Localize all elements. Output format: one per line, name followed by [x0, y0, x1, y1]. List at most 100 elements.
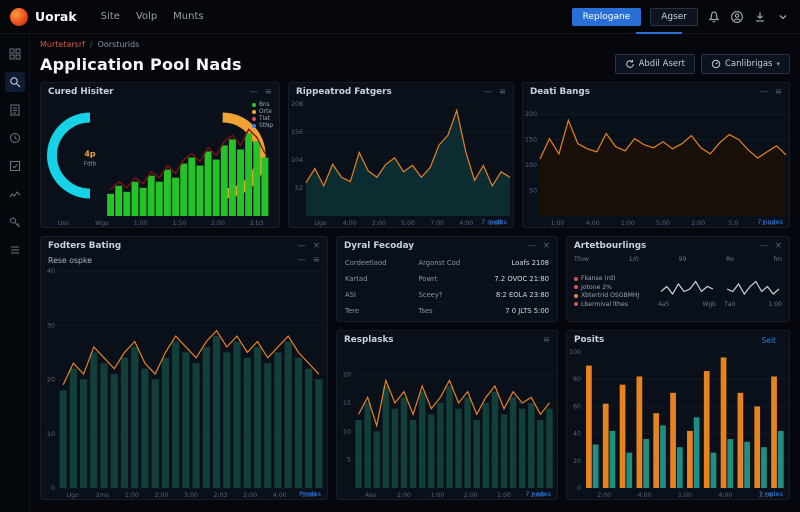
menu-item-munts[interactable]: Munts [173, 11, 203, 22]
svg-text:2:03: 2:03 [214, 492, 228, 499]
minimize-icon[interactable]: — [527, 242, 536, 251]
svg-text:2:00: 2:00 [464, 492, 478, 499]
panel-requests: Rippeatrod Fatgers — ≡ 208 156 104 52 Ugo 4:0… [288, 82, 514, 228]
svg-text:4:00: 4:00 [459, 220, 473, 227]
menu-icon[interactable]: ≡ [499, 88, 506, 97]
svg-text:4:00: 4:00 [343, 220, 357, 227]
sidebar-item-tasks[interactable] [5, 156, 25, 176]
sparkline-chart [724, 275, 782, 301]
nodes-link[interactable]: 7 nodes [757, 218, 783, 226]
svg-text:0: 0 [577, 485, 581, 492]
sparkline-chart [658, 275, 716, 301]
svg-text:4:00: 4:00 [586, 220, 600, 227]
legend-dot-icon [252, 103, 257, 107]
minimize-icon[interactable]: — [483, 88, 492, 97]
legend-dot-icon [252, 117, 257, 121]
spark-label: 7a0 [724, 301, 736, 308]
svg-text:3:00: 3:00 [184, 492, 198, 499]
menu-icon[interactable]: ≡ [543, 336, 550, 345]
navbar: Uorak Site Volp Munts Replogane Agser [0, 0, 800, 34]
panel-title: Dyral Fecoday [344, 241, 414, 251]
close-icon[interactable]: × [543, 242, 550, 251]
bangs-chart: 200 150 100 50 1:00 4:00 1:00 5:00 2:00 5:0 1:00 [523, 100, 789, 227]
chevron-down-icon[interactable] [776, 10, 790, 24]
svg-text:100: 100 [569, 349, 581, 356]
user-avatar-icon[interactable] [730, 10, 744, 24]
nodes-link[interactable]: 7 nodes [525, 490, 551, 498]
table-cell: 7 0 JLTS 5:00 [505, 307, 549, 316]
legend-dot-icon [574, 285, 578, 290]
menu-icon[interactable]: ≡ [775, 88, 782, 97]
chevron-down-icon: ▾ [776, 60, 780, 68]
sidebar-item-dashboard[interactable] [5, 44, 25, 64]
legend-dot-icon [574, 302, 578, 307]
svg-text:20: 20 [573, 458, 581, 465]
close-icon[interactable]: × [313, 242, 320, 251]
menu-item-site[interactable]: Site [101, 11, 120, 22]
alert-action-button[interactable]: Abdil Asert [614, 54, 695, 74]
svg-text:2:00: 2:00 [372, 220, 386, 227]
svg-text:10: 10 [343, 428, 351, 435]
resplasks-chart: 20 15 10 5 Aso 2:00 1:00 2:00 2:00 2:00 [337, 348, 557, 499]
legend-dot-icon [574, 293, 578, 298]
panel-title: Rippeatrod Fatgers [296, 87, 392, 97]
minimize-icon[interactable]: — [297, 242, 306, 251]
svg-text:2:00: 2:00 [397, 492, 411, 499]
panel-title: Resplasks [344, 335, 394, 345]
panel-title: Cured Hisiter [48, 87, 114, 97]
minimize-icon[interactable]: — [297, 256, 306, 265]
svg-text:4:00: 4:00 [718, 492, 732, 499]
svg-text:0: 0 [51, 485, 55, 492]
minimize-icon[interactable]: — [759, 242, 768, 251]
svg-text:15: 15 [343, 400, 351, 407]
primary-nav-button[interactable]: Replogane [571, 7, 642, 26]
close-icon[interactable]: × [775, 242, 782, 251]
gauge-icon [711, 59, 721, 69]
menu-item-volp[interactable]: Volp [136, 11, 157, 22]
sidebar-item-metrics[interactable] [5, 184, 25, 204]
svg-text:4:00: 4:00 [638, 492, 652, 499]
svg-text:1:00: 1:00 [678, 492, 692, 499]
breadcrumb-link[interactable]: Murtetarsrf [40, 40, 85, 49]
table-cell: Sceey? [418, 289, 478, 303]
key-icon [9, 217, 20, 228]
sidebar-item-logs[interactable] [5, 240, 25, 260]
sidebar-item-reports[interactable] [5, 100, 25, 120]
panel-rating: Fodters Bating — × Rese ospke — ≡ 40 30 20… [40, 236, 328, 500]
secondary-nav-button[interactable]: Agser [650, 7, 698, 26]
nodes-link[interactable]: 7 nodbs [481, 218, 507, 226]
nodes-link[interactable]: 7 rodes [759, 490, 783, 498]
download-icon[interactable] [753, 10, 767, 24]
svg-text:5:0: 5:0 [728, 220, 738, 227]
svg-text:2:00: 2:00 [691, 220, 705, 227]
alert-action-label: Abdil Asert [638, 59, 685, 69]
sidebar-item-search[interactable] [4, 72, 25, 92]
menu-icon[interactable]: ≡ [313, 256, 320, 265]
sidebar-item-history[interactable] [5, 128, 25, 148]
spark-label: Wgb [702, 301, 716, 308]
breadcrumb: Murtetarsrf / Oorsturids [40, 40, 790, 49]
spark-label: 1:00 [768, 301, 782, 308]
rating-subtitle: Rese ospke [48, 256, 93, 265]
configure-label: Canlibrigas [724, 59, 773, 69]
posits-link[interactable]: Seit [762, 336, 776, 345]
brand-name: Uorak [35, 9, 77, 24]
menu-icon[interactable]: ≡ [265, 88, 272, 97]
panel-title: Posits [574, 335, 605, 345]
breadcrumb-current: Oorsturids [97, 40, 140, 49]
list-icon [10, 246, 19, 254]
minimize-icon[interactable]: — [759, 88, 768, 97]
svg-text:2:00: 2:00 [497, 492, 511, 499]
legend-item: Bns [252, 102, 273, 108]
svg-text:20: 20 [47, 377, 55, 384]
panel-title: Fodters Bating [48, 241, 122, 251]
sidebar-item-access[interactable] [5, 212, 25, 232]
svg-text:104: 104 [291, 157, 303, 164]
legend-item: Xbtertrid OSGBMHJ [574, 292, 650, 299]
configure-button[interactable]: Canlibrigas ▾ [700, 54, 790, 74]
minimize-icon[interactable]: — [249, 88, 258, 97]
svg-text:200: 200 [525, 111, 537, 118]
notifications-icon[interactable] [707, 10, 721, 24]
active-tab-indicator [636, 32, 682, 34]
nodes-link[interactable]: Prodes [299, 490, 321, 498]
